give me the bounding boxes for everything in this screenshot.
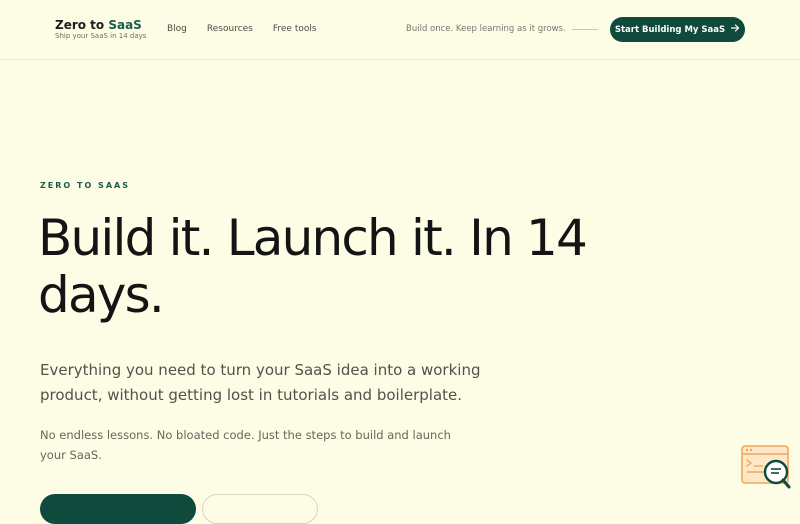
header-tagline: Build once. Keep learning as it grows. (406, 24, 566, 34)
arrow-right-icon (731, 24, 740, 35)
search-chat-icon (741, 445, 791, 494)
hero-secondary-button[interactable] (202, 494, 318, 524)
brand-name-prefix: Zero to (55, 18, 109, 32)
nav-item-resources[interactable]: Resources (207, 24, 253, 34)
hero-eyebrow: ZERO TO SAAS (40, 181, 130, 190)
brand-name-accent: SaaS (108, 18, 142, 32)
header-divider (572, 29, 598, 30)
start-building-label: Start Building My SaaS (614, 24, 726, 35)
site-header: Zero to SaaS Ship your SaaS in 14 days B… (0, 0, 800, 60)
brand-name: Zero to SaaS (55, 19, 146, 31)
hero-small-print: No endless lessons. No bloated code. Jus… (40, 428, 451, 462)
start-building-button[interactable]: Start Building My SaaS (610, 17, 745, 42)
main-nav: Blog Resources Free tools (167, 24, 317, 34)
brand-logo[interactable]: Zero to SaaS Ship your SaaS in 14 days (55, 19, 146, 40)
support-widget-button[interactable] (741, 444, 791, 490)
hero-primary-button[interactable] (40, 494, 196, 524)
nav-item-free-tools[interactable]: Free tools (273, 24, 317, 34)
brand-tagline: Ship your SaaS in 14 days (55, 32, 147, 40)
hero-subheadline: Everything you need to turn your SaaS id… (40, 361, 481, 404)
hero-headline: Build it. Launch it. In 14 days. (38, 209, 588, 324)
nav-item-blog[interactable]: Blog (167, 24, 187, 34)
